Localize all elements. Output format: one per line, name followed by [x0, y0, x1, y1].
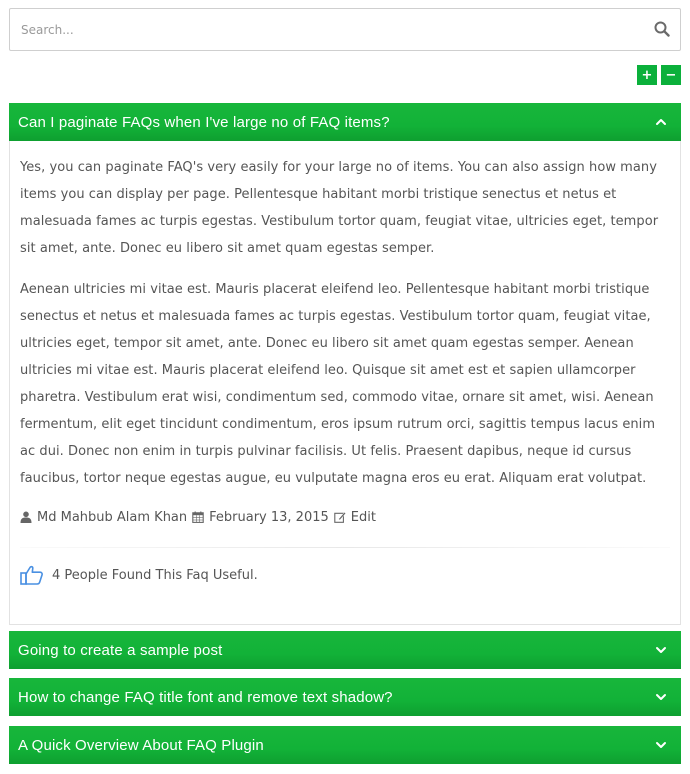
chevron-up-icon[interactable] [655, 116, 667, 128]
collapse-all-button[interactable]: − [661, 65, 681, 85]
divider [20, 547, 670, 548]
search-icon[interactable] [654, 21, 670, 37]
faq-date: February 13, 2015 [209, 509, 329, 525]
faq-title-bar[interactable]: How to change FAQ title font and remove … [9, 678, 681, 716]
faq-answer: Yes, you can paginate FAQ's very easily … [9, 141, 681, 625]
faq-meta: Md Mahbub Alam Khan February 13, 2015 Ed… [20, 506, 670, 528]
faq-title[interactable]: Can I paginate FAQs when I've large no o… [18, 114, 390, 131]
answer-paragraph: Yes, you can paginate FAQ's very easily … [20, 160, 659, 256]
faq-item: How to change FAQ title font and remove … [9, 678, 681, 716]
faq-author: Md Mahbub Alam Khan [37, 509, 188, 525]
expand-all-button[interactable]: + [637, 65, 657, 85]
chevron-down-icon[interactable] [655, 691, 667, 703]
edit-icon[interactable] [334, 511, 346, 523]
faq-item: Going to create a sample post [9, 631, 681, 669]
calendar-icon [192, 511, 204, 523]
thumbs-up-icon[interactable] [20, 564, 44, 586]
search-input[interactable] [10, 9, 630, 50]
faq-title[interactable]: A Quick Overview About FAQ Plugin [18, 737, 264, 754]
search-bar [9, 8, 681, 51]
faq-title-bar[interactable]: A Quick Overview About FAQ Plugin [9, 726, 681, 764]
faq-title[interactable]: Going to create a sample post [18, 642, 222, 659]
answer-paragraph: Aenean ultricies mi vitae est. Mauris pl… [20, 282, 656, 486]
user-icon [20, 511, 32, 523]
chevron-down-icon[interactable] [655, 739, 667, 751]
useful-feedback: 4 People Found This Faq Useful. [20, 564, 670, 586]
expand-collapse-controls: + − [637, 65, 681, 85]
faq-title-bar[interactable]: Going to create a sample post [9, 631, 681, 669]
faq-title[interactable]: How to change FAQ title font and remove … [18, 689, 393, 706]
faq-item: Can I paginate FAQs when I've large no o… [9, 103, 681, 625]
useful-count-text: 4 People Found This Faq Useful. [52, 567, 258, 583]
chevron-down-icon[interactable] [655, 644, 667, 656]
edit-link[interactable]: Edit [351, 510, 376, 525]
faq-title-bar[interactable]: Can I paginate FAQs when I've large no o… [9, 103, 681, 141]
faq-item: A Quick Overview About FAQ Plugin [9, 726, 681, 764]
